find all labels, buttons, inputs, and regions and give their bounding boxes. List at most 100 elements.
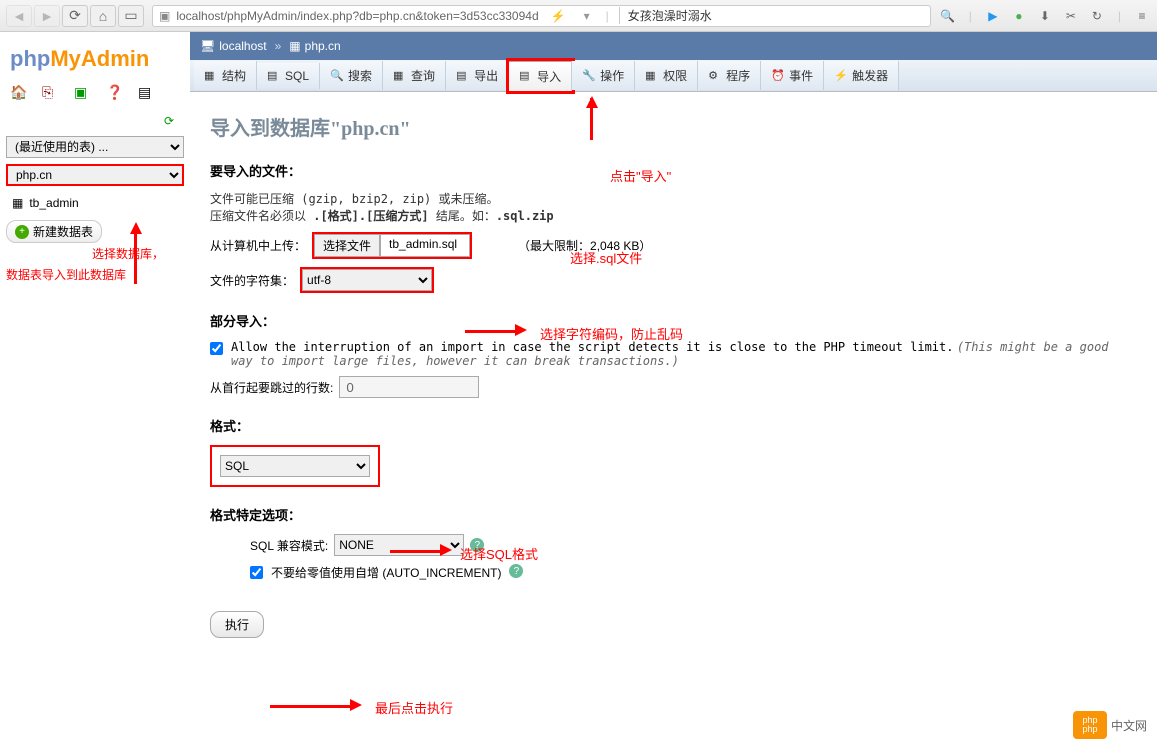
download-icon[interactable]: ⬇ <box>1036 7 1054 25</box>
sidebar-annotation: 选择数据库， <box>6 245 184 262</box>
tab-operations[interactable]: 🔧操作 <box>572 61 635 90</box>
browser-right-icons: 🔍 | ▶ ● ⬇ ✂ ↻ | ≡ <box>939 7 1151 25</box>
search-icon: 🔍 <box>330 69 344 83</box>
forward-button[interactable]: ► <box>34 5 60 27</box>
play-icon[interactable]: ▶ <box>984 7 1002 25</box>
section-file: 要导入的文件： <box>210 161 1137 180</box>
arrow-annotation <box>465 330 515 333</box>
help-icon[interactable]: ? <box>470 538 484 552</box>
charset-label: 文件的字符集： <box>210 272 294 289</box>
restore-icon[interactable]: ↻ <box>1088 7 1106 25</box>
skip-rows-row: 从首行起要跳过的行数: <box>210 376 1137 398</box>
triggers-icon: ⚡ <box>834 69 848 83</box>
refresh-button[interactable]: ⟳ <box>62 5 88 27</box>
sidebar-toolbar: 🏠 ⎘ ▣ ❓ ▤ <box>6 82 184 112</box>
tab-query[interactable]: ▦查询 <box>383 61 446 90</box>
events-icon: ⏰ <box>771 69 785 83</box>
main-content: 🖥 localhost » ▦ php.cn ▦结构 ▤SQL 🔍搜索 ▦查询 … <box>190 32 1157 749</box>
skip-rows-input[interactable] <box>339 376 479 398</box>
upload-row: 从计算机中上传： 选择文件 tb_admin.sql （最大限制：2,048 K… <box>210 232 1137 259</box>
database-icon: ▦ <box>289 39 300 53</box>
section-partial: 部分导入： <box>210 311 1137 330</box>
phpmyadmin-logo: phpMyAdmin <box>10 46 184 72</box>
wechat-icon[interactable]: ● <box>1010 7 1028 25</box>
tab-bar: ▦结构 ▤SQL 🔍搜索 ▦查询 ▤导出 ▤导入 🔧操作 ▦权限 ⚙程序 ⏰事件… <box>190 60 1157 92</box>
tab-triggers[interactable]: ⚡触发器 <box>824 61 899 90</box>
chosen-file-name: tb_admin.sql <box>380 234 470 257</box>
arrow-annotation <box>586 96 598 108</box>
upload-label: 从计算机中上传： <box>210 237 306 254</box>
tab-events[interactable]: ⏰事件 <box>761 61 824 90</box>
sql-icon[interactable]: ▣ <box>74 84 92 102</box>
tab-search[interactable]: 🔍搜索 <box>320 61 383 90</box>
tab-privileges[interactable]: ▦权限 <box>635 61 698 90</box>
tab-routines[interactable]: ⚙程序 <box>698 61 761 90</box>
bolt-icon: ⚡ <box>551 9 566 23</box>
watermark: phpphp 中文网 <box>1073 711 1147 739</box>
execute-button[interactable]: 执行 <box>210 611 264 638</box>
privileges-icon: ▦ <box>645 69 659 83</box>
help-icon[interactable]: ? <box>509 564 523 578</box>
new-table-button[interactable]: + 新建数据表 <box>6 220 102 243</box>
back-button[interactable]: ◄ <box>6 5 32 27</box>
max-limit-label: （最大限制：2,048 KB） <box>518 237 651 254</box>
table-item-tbadmin[interactable]: ▦ tb_admin <box>6 192 184 214</box>
allow-interrupt-label: Allow the interruption of an import in c… <box>231 340 1137 368</box>
export-icon: ▤ <box>456 69 470 83</box>
browser-tab-2[interactable]: 女孩泡澡时溺水 <box>619 7 720 24</box>
format-select-wrap: SQL <box>210 445 380 487</box>
server-icon: 🖥 <box>200 39 215 53</box>
tab-import[interactable]: ▤导入 <box>509 61 572 91</box>
arrow-annotation <box>440 544 452 556</box>
cut-icon[interactable]: ✂ <box>1062 7 1080 25</box>
section-format-opts: 格式特定选项： <box>210 505 1137 524</box>
home-button[interactable]: ⌂ <box>90 5 116 27</box>
reload-icon[interactable]: ⟳ <box>164 114 174 128</box>
hint-compression: 文件可能已压缩 (gzip, bzip2, zip) 或未压缩。 <box>210 190 1137 207</box>
sidebar: phpMyAdmin 🏠 ⎘ ▣ ❓ ▤ ⟳ (最近使用的表) ... php.… <box>0 32 190 749</box>
hint-filename: 压缩文件名必须以 .[格式].[压缩方式] 结尾。如：.sql.zip <box>210 207 1137 224</box>
charset-row: 文件的字符集： utf-8 <box>210 267 1137 293</box>
nav-buttons: ◄ ► ⟳ ⌂ ▭ <box>6 5 144 27</box>
choose-file-button[interactable]: 选择文件 <box>314 234 380 257</box>
logout-icon[interactable]: ⎘ <box>42 84 60 102</box>
table-icon: ▦ <box>12 196 23 210</box>
docs-icon[interactable]: ❓ <box>106 84 124 102</box>
watermark-logo: phpphp <box>1073 711 1107 739</box>
tab-sql[interactable]: ▤SQL <box>257 63 320 89</box>
shield-icon: ▣ <box>159 9 170 23</box>
breadcrumb-host[interactable]: 🖥 localhost <box>200 39 267 53</box>
breadcrumb-db[interactable]: ▦ php.cn <box>289 39 340 53</box>
recent-tables-select[interactable]: (最近使用的表) ... <box>6 136 184 158</box>
format-select[interactable]: SQL <box>220 455 370 477</box>
query-icon: ▦ <box>393 69 407 83</box>
charset-select[interactable]: utf-8 <box>302 269 432 291</box>
sql-compat-row: SQL 兼容模式: NONE ? <box>250 534 1137 556</box>
breadcrumb: 🖥 localhost » ▦ php.cn <box>190 32 1157 60</box>
settings-icon[interactable]: ▤ <box>138 84 156 102</box>
home-icon[interactable]: 🏠 <box>10 84 28 102</box>
search-icon[interactable]: 🔍 <box>939 7 957 25</box>
table-name: tb_admin <box>29 196 78 210</box>
auto-increment-label: 不要给零值使用自增 (AUTO_INCREMENT) <box>271 564 501 581</box>
arrow-annotation <box>390 550 440 553</box>
database-select[interactable]: php.cn <box>6 164 184 186</box>
browser-toolbar: ◄ ► ⟳ ⌂ ▭ ▣ localhost/phpMyAdmin/index.p… <box>0 0 1157 32</box>
arrow-annotation <box>130 222 142 234</box>
operations-icon: 🔧 <box>582 69 596 83</box>
sql-icon: ▤ <box>267 69 281 83</box>
watermark-text: 中文网 <box>1111 717 1147 734</box>
url-bar[interactable]: ▣ localhost/phpMyAdmin/index.php?db=php.… <box>152 5 931 27</box>
readmode-button[interactable]: ▭ <box>118 5 144 27</box>
url-text: localhost/phpMyAdmin/index.php?db=php.cn… <box>176 9 538 23</box>
dropdown-icon: ▾ <box>584 9 590 23</box>
auto-increment-row: 不要给零值使用自增 (AUTO_INCREMENT) ? <box>250 564 1137 581</box>
skip-rows-label: 从首行起要跳过的行数: <box>210 379 333 396</box>
tab-structure[interactable]: ▦结构 <box>194 61 257 90</box>
import-icon: ▤ <box>519 69 533 83</box>
menu-icon[interactable]: ≡ <box>1133 7 1151 25</box>
allow-interrupt-checkbox[interactable] <box>210 342 223 355</box>
tab-export[interactable]: ▤导出 <box>446 61 509 90</box>
sql-compat-label: SQL 兼容模式: <box>250 537 328 554</box>
auto-increment-checkbox[interactable] <box>250 566 263 579</box>
